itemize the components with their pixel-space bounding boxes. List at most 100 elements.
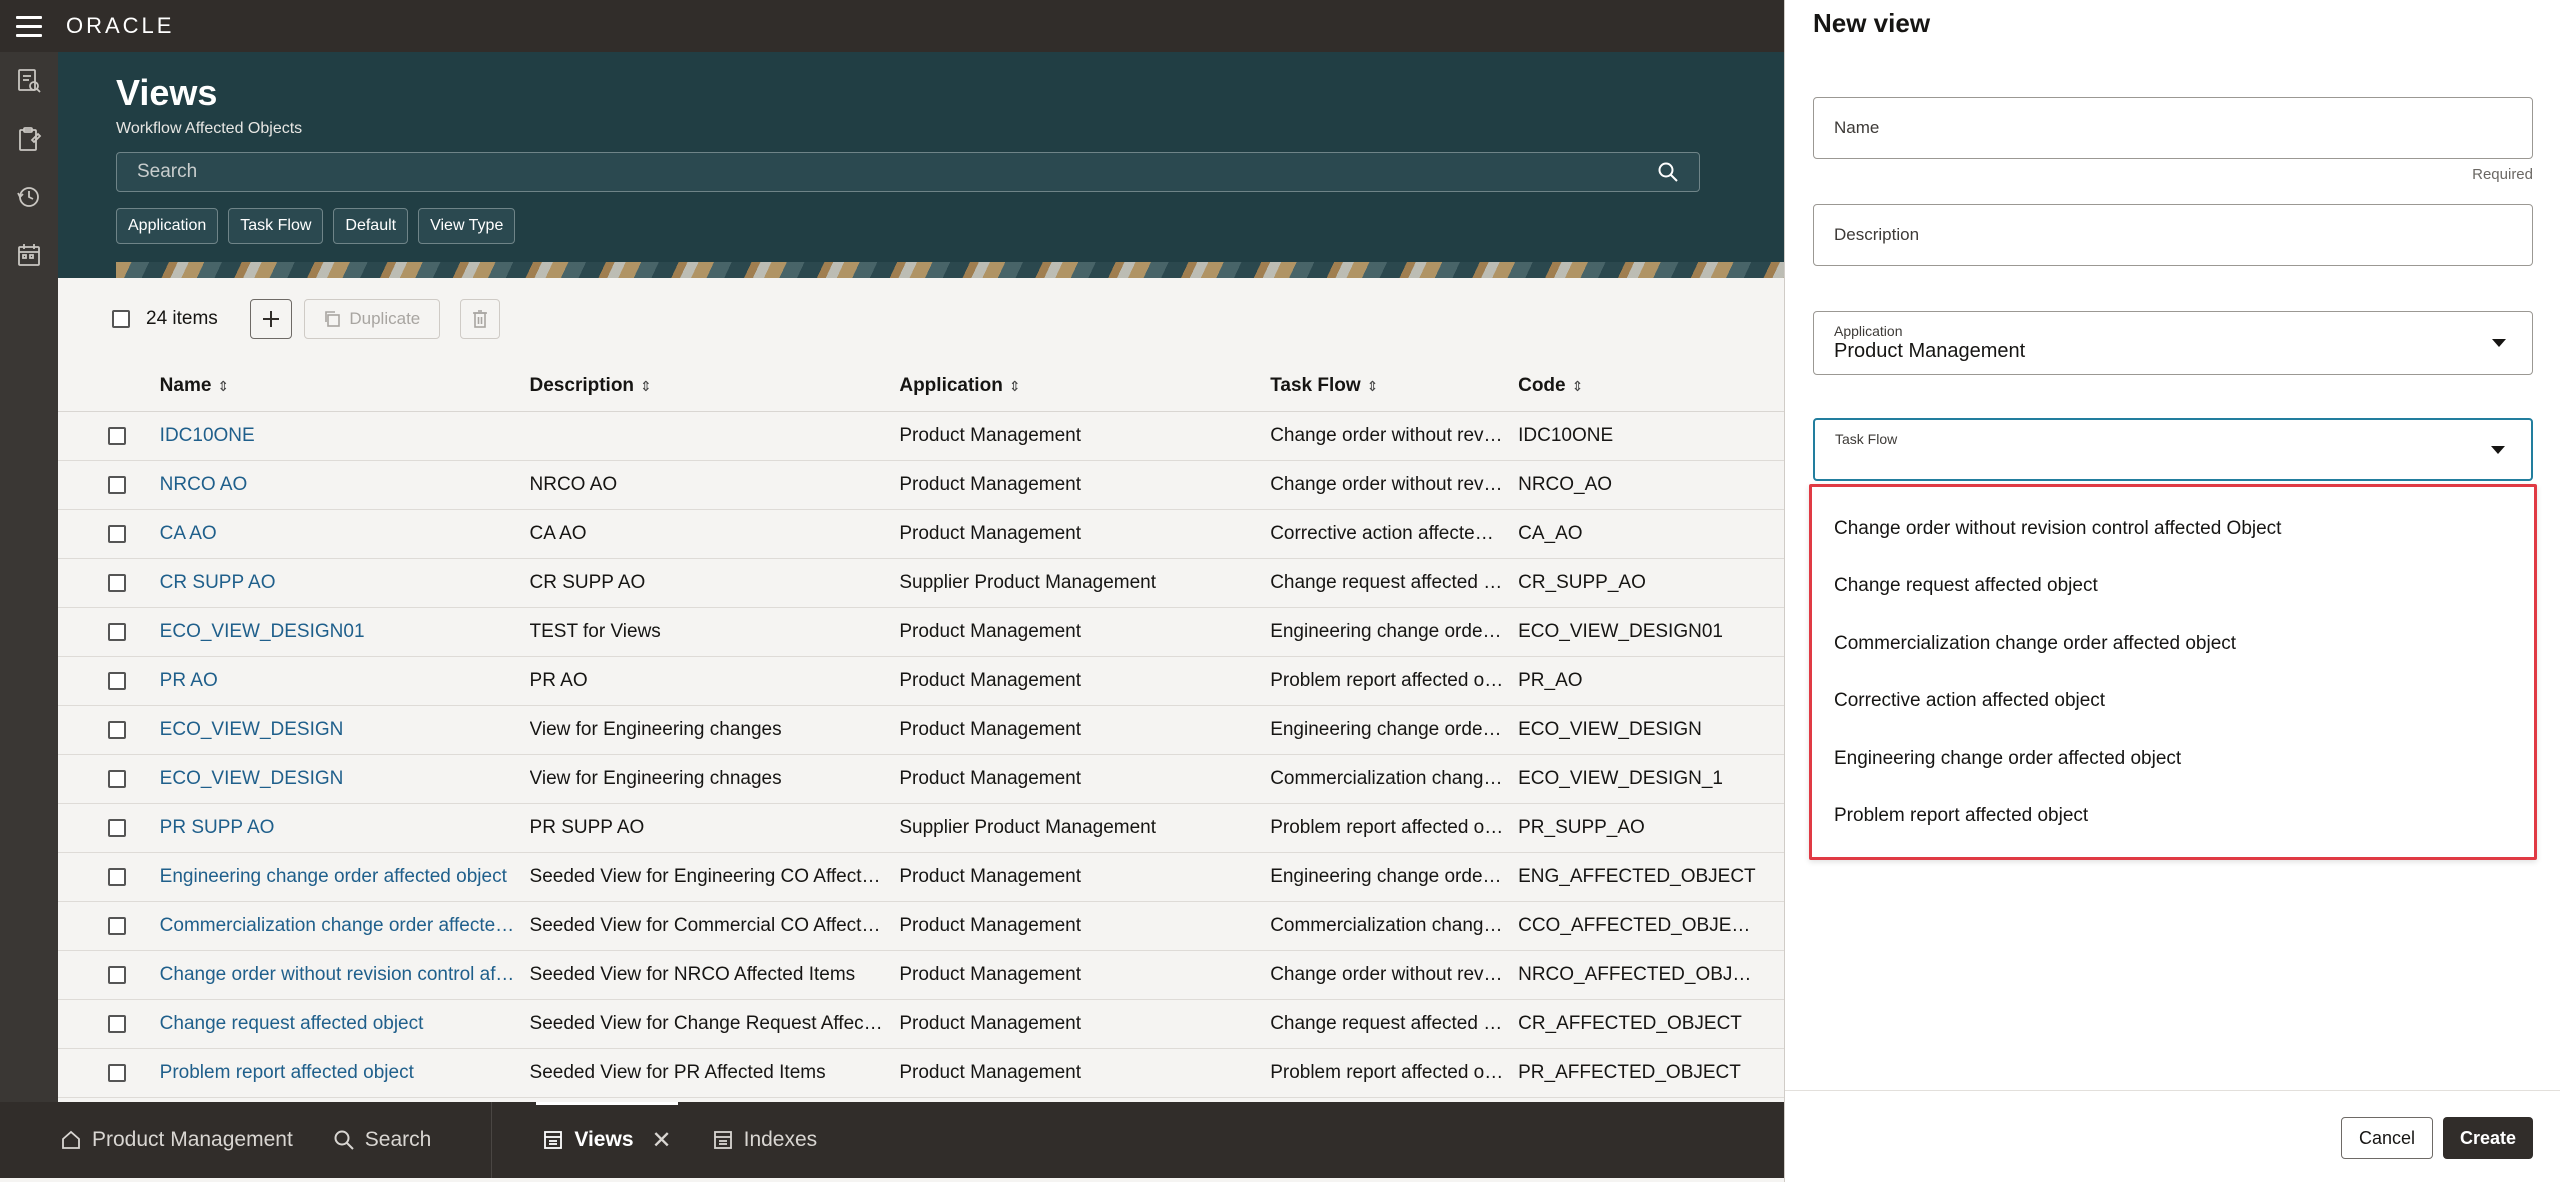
cell-name[interactable]: ECO_VIEW_DESIGN [160,768,530,790]
add-button[interactable] [249,299,292,339]
filter-application[interactable]: Application [116,208,219,244]
duplicate-button[interactable]: Duplicate [303,299,440,339]
task-flow-select[interactable]: Task Flow [1813,418,2533,481]
cell-name[interactable]: PR SUPP AO [160,817,530,839]
cell-task-flow: Change order without revision control af… [1270,425,1519,446]
row-checkbox[interactable] [108,1064,126,1082]
row-checkbox[interactable] [108,770,126,788]
row-checkbox[interactable] [108,476,126,494]
tab-search[interactable]: Search [313,1102,452,1178]
table-row[interactable]: Engineering change order affected object… [58,853,1784,902]
chevron-down-icon[interactable] [2491,445,2505,454]
filter-view-type[interactable]: View Type [418,208,516,244]
cell-application: Product Management [899,915,1082,936]
row-checkbox[interactable] [108,721,126,739]
cancel-button[interactable]: Cancel [2341,1117,2433,1159]
task-flow-option[interactable]: Engineering change order affected object [1812,730,2534,788]
table-row[interactable]: CA AO CA AO Product Management Corrective a… [58,510,1784,559]
sort-icon[interactable]: ⇕ [217,378,229,394]
sort-icon[interactable]: ⇕ [1367,378,1379,394]
filter-task-flow[interactable]: Task Flow [228,208,324,244]
row-checkbox[interactable] [108,868,126,886]
cell-description: Seeded View for Commercial CO Affected I… [529,915,900,936]
description-field[interactable]: Description [1813,204,2533,266]
task-flow-option[interactable]: Change order without revision control af… [1812,500,2534,558]
tab-indexes[interactable]: Indexes [692,1102,838,1178]
cell-name[interactable]: ECO_VIEW_DESIGN01 [160,621,530,643]
row-checkbox[interactable] [108,623,126,641]
row-checkbox[interactable] [108,525,126,543]
cell-description: View for Engineering changes [529,719,782,740]
row-checkbox[interactable] [108,819,126,837]
cell-name[interactable]: ECO_VIEW_DESIGN [160,719,530,741]
table-row[interactable]: Change order without revision control af… [58,951,1784,1000]
cell-name[interactable]: Change request affected object [160,1013,530,1035]
cell-name[interactable]: CA AO [160,523,530,545]
table-row[interactable]: CR SUPP AO CR SUPP AO Supplier Product Man… [58,559,1784,608]
table-row[interactable]: PR SUPP AO PR SUPP AO Supplier Product Man… [58,804,1784,853]
column-header-task-flow[interactable]: Task Flow ⇕ [1270,375,1518,397]
application-select[interactable]: Application Product Management [1813,311,2533,375]
row-checkbox[interactable] [108,966,126,984]
column-header-name[interactable]: Name ⇕ [160,375,530,397]
rail-clipboard-icon[interactable] [0,110,58,168]
cell-description: Seeded View for Change Request Affected … [529,1013,900,1034]
cell-description: Seeded View for PR Affected Items [529,1062,826,1083]
search-input[interactable]: Search [116,152,1700,192]
page-header: Views Workflow Affected Objects Search A… [58,52,1784,278]
row-checkbox[interactable] [108,574,126,592]
cell-task-flow: Change request affected object [1270,1013,1519,1034]
rail-history-icon[interactable] [0,168,58,226]
cell-name[interactable]: Commercialization change order affected … [160,915,530,937]
cell-name[interactable]: IDC10ONE [160,425,530,447]
cell-task-flow: Problem report affected object [1270,1062,1519,1083]
table-row[interactable]: Change request affected object Seeded Vie… [58,1000,1784,1049]
name-field[interactable]: Name [1813,97,2533,159]
cell-name[interactable]: Change order without revision control af… [160,964,530,986]
row-checkbox[interactable] [108,427,126,445]
chevron-down-icon[interactable] [2492,339,2506,347]
task-flow-option[interactable]: Problem report affected object [1812,788,2534,846]
row-checkbox[interactable] [108,672,126,690]
cell-name[interactable]: Engineering change order affected object [160,866,530,888]
copy-icon [325,311,341,327]
sort-icon[interactable]: ⇕ [640,378,652,394]
cell-description: NRCO AO [529,474,618,495]
column-header-application[interactable]: Application ⇕ [899,375,1270,397]
search-icon[interactable] [1657,161,1679,183]
table-row[interactable]: ECO_VIEW_DESIGN View for Engineering chna… [58,755,1784,804]
table-row[interactable]: ECO_VIEW_DESIGN View for Engineering chan… [58,706,1784,755]
task-flow-option[interactable]: Commercialization change order affected … [1812,615,2534,673]
table-row[interactable]: NRCO AO NRCO AO Product Management Change o… [58,461,1784,510]
sort-icon[interactable]: ⇕ [1572,378,1584,394]
filter-default[interactable]: Default [333,208,409,244]
rail-views-icon[interactable] [0,52,58,110]
cell-code: PR_AO [1518,670,1583,691]
table-row[interactable]: Problem report affected object Seeded Vie… [58,1049,1784,1098]
table-row[interactable]: IDC10ONE Product Management Change order w… [58,412,1784,461]
table-row[interactable]: ECO_VIEW_DESIGN01 TEST for Views Product M… [58,608,1784,657]
tab-product-management[interactable]: Product Management [40,1102,313,1178]
cell-name[interactable]: NRCO AO [160,474,530,496]
row-checkbox[interactable] [108,1015,126,1033]
column-header-description[interactable]: Description ⇕ [530,375,900,397]
table-header: Name ⇕ Description ⇕ Application ⇕ Task Flo… [58,360,1784,412]
cell-name[interactable]: Problem report affected object [160,1062,530,1084]
rail-calendar-icon[interactable] [0,226,58,284]
cell-name[interactable]: CR SUPP AO [160,572,530,594]
row-checkbox[interactable] [108,917,126,935]
column-header-code[interactable]: Code ⇕ [1518,375,1770,397]
select-all-checkbox[interactable] [112,310,130,328]
cell-name[interactable]: PR AO [160,670,530,692]
sort-icon[interactable]: ⇕ [1009,378,1021,394]
close-tab-icon[interactable]: ✕ [652,1126,672,1155]
hamburger-menu-icon[interactable] [16,9,50,43]
task-flow-option[interactable]: Corrective action affected object [1812,673,2534,731]
task-flow-option[interactable]: Change request affected object [1812,558,2534,616]
tab-views[interactable]: Views ✕ [522,1102,691,1178]
delete-button[interactable] [459,299,500,339]
table-row[interactable]: Commercialization change order affected … [58,902,1784,951]
page-title: Views [116,72,218,113]
table-row[interactable]: PR AO PR AO Product Management Problem repo… [58,657,1784,706]
create-button[interactable]: Create [2443,1117,2533,1159]
